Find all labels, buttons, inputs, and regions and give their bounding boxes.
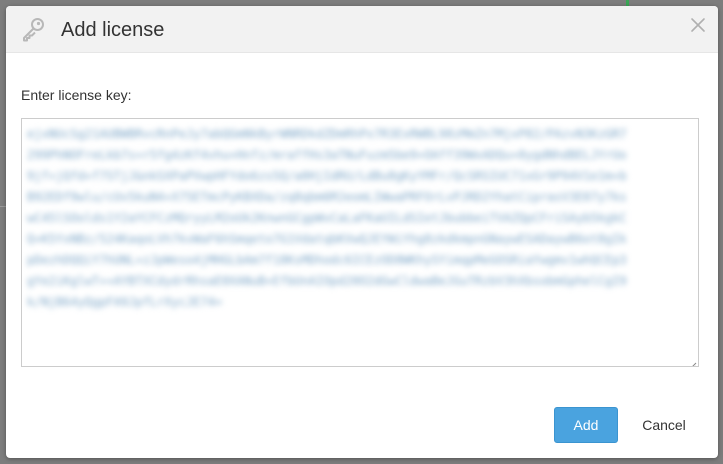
resize-grip-icon[interactable] [689, 357, 697, 366]
cancel-button[interactable]: Cancel [633, 407, 695, 443]
license-key-label: Enter license key: [21, 87, 132, 103]
close-icon[interactable] [690, 17, 706, 33]
license-key-textarea[interactable]: ejxNUcSg21AUBWBRvcRnPeJy7abQGmNkByrWNRDk… [21, 118, 699, 367]
license-key-text: ejxNUcSg21AUBWBRvcRnPeJy7abQGmNkByrWNRDk… [27, 127, 627, 309]
add-button[interactable]: Add [554, 407, 618, 443]
key-icon [20, 16, 46, 42]
dialog-title: Add license [61, 19, 165, 41]
dialog-header: Add license [6, 6, 718, 53]
add-license-dialog: Add license Enter license key: ejxNUcSg2… [6, 6, 718, 458]
